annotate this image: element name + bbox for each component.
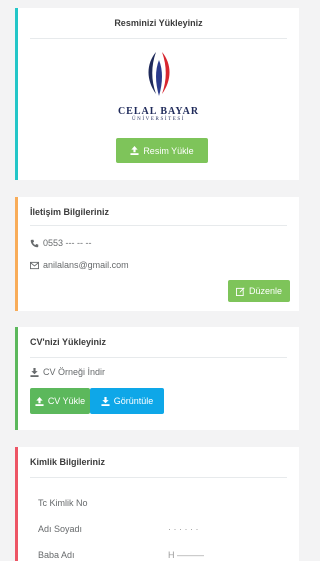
upload-photo-label: Resim Yükle	[143, 145, 194, 156]
cv-sample-label: CV Örneği İndir	[43, 367, 106, 377]
university-logo: CELAL BAYAR ÜNİVERSİTESİ	[18, 50, 299, 122]
tc-number-label: Tc Kimlik No	[38, 498, 88, 508]
divider	[30, 477, 287, 478]
email-row: anilalans@gmail.com	[30, 260, 129, 270]
email-address: anilalans@gmail.com	[43, 260, 129, 270]
phone-number: 0553 --- -- --	[43, 238, 92, 248]
identity-info-card: Kimlik Bilgileriniz Tc Kimlik No Adı Soy…	[15, 447, 299, 561]
photo-upload-card: Resminizi Yükleyiniz CELAL BAYAR ÜNİVERS…	[15, 8, 299, 180]
contact-card-title: İletişim Bilgileriniz	[30, 207, 110, 217]
edit-icon	[235, 286, 245, 296]
download-icon	[101, 396, 110, 406]
cv-sample-download-link[interactable]: CV Örneği İndir	[30, 367, 105, 377]
logo-text: CELAL BAYAR	[117, 106, 200, 117]
full-name-value: · · · · · ·	[168, 524, 199, 534]
upload-cv-label: CV Yükle	[47, 396, 86, 406]
contact-info-card: İletişim Bilgileriniz 0553 --- -- -- ani…	[15, 197, 299, 311]
logo-subtext: ÜNİVERSİTESİ	[131, 117, 186, 122]
envelope-icon	[30, 261, 39, 269]
phone-icon	[30, 239, 39, 247]
upload-cv-button[interactable]: CV Yükle	[30, 388, 90, 414]
view-cv-button[interactable]: Görüntüle	[90, 388, 164, 414]
cv-upload-card: CV'nizi Yükleyiniz CV Örneği İndir CV Yü…	[15, 327, 299, 430]
divider	[30, 38, 287, 39]
download-icon	[30, 367, 39, 377]
edit-contact-button[interactable]: Düzenle	[228, 280, 290, 302]
divider	[30, 225, 287, 226]
upload-icon	[130, 146, 139, 155]
identity-card-title: Kimlik Bilgileriniz	[30, 457, 106, 467]
full-name-label: Adı Soyadı	[38, 524, 83, 534]
upload-photo-button[interactable]: Resim Yükle	[116, 138, 208, 163]
edit-contact-label: Düzenle	[248, 286, 283, 296]
view-cv-label: Görüntüle	[113, 396, 154, 406]
phone-row: 0553 --- -- --	[30, 238, 92, 248]
father-name-label: Baba Adı	[38, 550, 75, 560]
upload-icon	[35, 396, 44, 406]
logo-emblem-icon	[148, 52, 169, 96]
divider	[30, 357, 287, 358]
photo-card-title: Resminizi Yükleyiniz	[114, 18, 203, 28]
father-name-value: H ———	[168, 550, 204, 560]
cv-card-title: CV'nizi Yükleyiniz	[30, 337, 106, 347]
